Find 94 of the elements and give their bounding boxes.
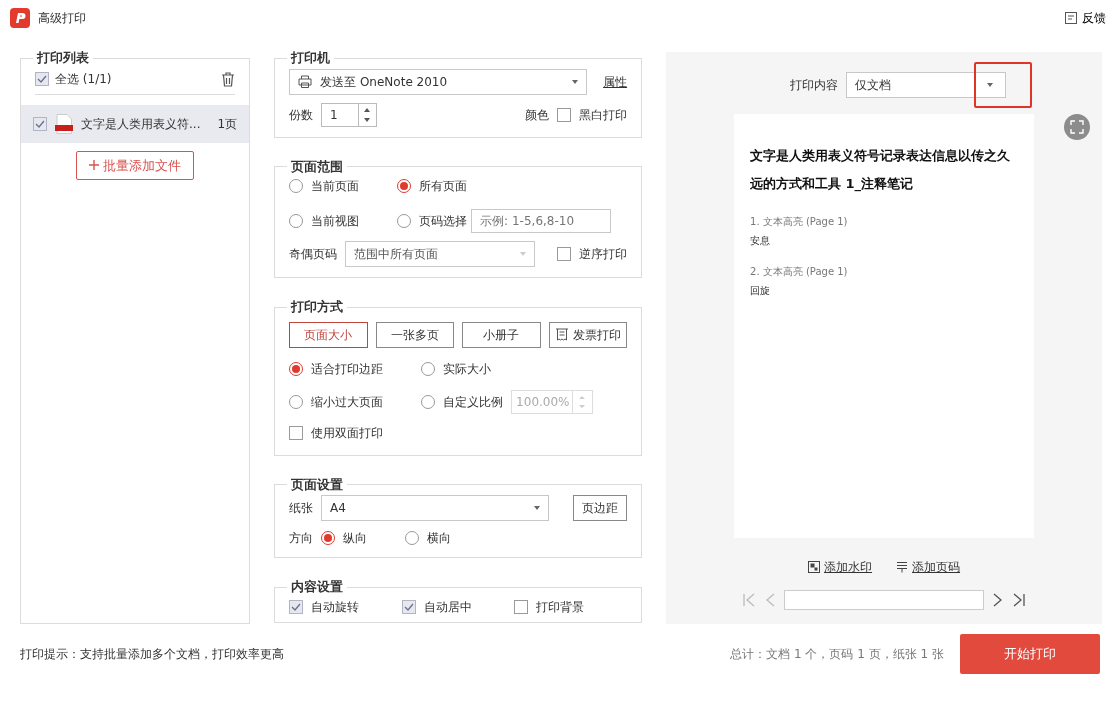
note-text: 回旋	[750, 284, 772, 298]
fullscreen-icon	[1070, 120, 1085, 134]
copies-spinner[interactable]: 1	[321, 102, 378, 127]
checkbox-label: 自动旋转	[311, 598, 360, 616]
margins-button[interactable]: 页边距	[573, 495, 628, 521]
app-logo-icon	[10, 8, 30, 28]
checkbox[interactable]	[35, 72, 49, 86]
checkbox[interactable]	[557, 107, 572, 122]
dropdown-caret-icon	[534, 506, 541, 510]
group-title: 页面设置	[290, 478, 345, 491]
page-number-icon	[896, 561, 909, 573]
print-mode-tab[interactable]: 一张多页	[375, 321, 455, 348]
print-tip-text: 打印提示：支持批量添加多个文档，打印效率更高	[20, 646, 284, 663]
last-page-icon[interactable]	[1012, 592, 1027, 608]
dropdown-caret-icon	[572, 79, 579, 84]
feedback-button[interactable]: 反馈	[1064, 9, 1106, 27]
properties-link[interactable]: 属性	[603, 72, 628, 91]
feedback-icon	[1064, 11, 1078, 25]
previous-page-icon[interactable]	[764, 592, 777, 608]
checkbox[interactable]	[289, 599, 304, 614]
checkbox[interactable]	[401, 599, 416, 614]
page-count: 1页	[217, 115, 238, 133]
radio-button[interactable]	[289, 394, 304, 409]
group-title: 内容设置	[290, 581, 345, 594]
field-label: 纸张	[289, 500, 314, 517]
checkbox-label: 使用双面打印	[311, 424, 384, 442]
field-label: 奇偶页码	[289, 246, 338, 263]
window-title: 高级打印	[38, 10, 86, 27]
radio-label: 纵向	[343, 530, 368, 547]
field-label: 颜色	[525, 106, 550, 124]
dropdown-caret-icon	[987, 83, 994, 87]
print-content-select[interactable]: 仅文档	[846, 72, 1007, 98]
receipt-icon	[554, 328, 569, 341]
add-files-button[interactable]: 批量添加文件	[76, 150, 195, 180]
radio-label: 页码选择	[419, 213, 468, 230]
radio-button[interactable]	[289, 214, 304, 228]
document-title: 文字是人类用表义符号记录表达信息以传之久远的方式和工具 1_注释笔记	[750, 147, 1012, 194]
radio-button[interactable]	[321, 531, 336, 545]
checkbox-label: 打印背景	[536, 598, 585, 616]
radio-label: 所有页面	[419, 178, 468, 195]
checkbox-label: 自动居中	[423, 598, 472, 616]
dropdown-caret-icon	[520, 252, 527, 256]
trash-icon[interactable]	[221, 71, 236, 87]
panel-title: 打印列表	[35, 52, 90, 65]
checkbox[interactable]	[289, 425, 304, 440]
paper-select[interactable]: A4	[321, 495, 550, 521]
print-mode-tab[interactable]: 发票打印	[548, 321, 628, 348]
checkbox-label: 黑白打印	[579, 106, 628, 124]
radio-button[interactable]	[405, 531, 420, 545]
group-title: 打印方式	[289, 301, 345, 314]
radio-label: 横向	[427, 530, 452, 547]
checkbox[interactable]	[557, 247, 572, 261]
printer-select[interactable]: 发送至 OneNote 2010	[289, 68, 588, 95]
note-heading: 2. 文本高亮 (Page 1)	[750, 265, 849, 279]
pdf-file-icon	[55, 113, 73, 134]
page-number-field[interactable]	[784, 590, 985, 610]
add-watermark-link[interactable]: 添加水印	[808, 558, 873, 576]
fullscreen-button[interactable]	[1064, 114, 1091, 140]
radio-button[interactable]	[289, 361, 304, 376]
field-label: 份数	[289, 106, 314, 124]
file-name: 文字是人类用表义符...	[81, 115, 202, 133]
radio-button[interactable]	[421, 361, 436, 376]
print-mode-tab[interactable]: 页面大小	[289, 321, 368, 348]
printer-icon	[298, 75, 313, 88]
checkbox[interactable]	[33, 116, 47, 131]
checkbox-label: 全选 (1/1)	[55, 71, 112, 88]
highlight-frame	[974, 62, 1033, 108]
watermark-icon	[808, 561, 821, 573]
page-range-input[interactable]: 示例: 1-5,6,8-10	[471, 209, 612, 233]
radio-button[interactable]	[289, 179, 304, 193]
radio-button[interactable]	[397, 214, 412, 228]
radio-label: 适合打印边距	[311, 360, 384, 378]
add-page-number-link[interactable]: 添加页码	[896, 558, 961, 576]
note-heading: 1. 文本高亮 (Page 1)	[750, 215, 849, 229]
start-print-button[interactable]: 开始打印	[960, 634, 1100, 674]
print-mode-tab[interactable]: 小册子	[462, 321, 541, 348]
radio-label: 自定义比例	[443, 393, 504, 411]
checkbox-label: 逆序打印	[579, 246, 628, 263]
radio-button[interactable]	[421, 394, 436, 409]
group-title: 打印机	[289, 52, 332, 65]
radio-label: 当前视图	[311, 213, 360, 230]
radio-label: 缩小过大页面	[311, 393, 384, 411]
print-summary-text: 总计：文档 1 个，页码 1 页，纸张 1 张	[730, 646, 944, 663]
radio-label: 当前页面	[311, 178, 360, 195]
first-page-icon[interactable]	[742, 592, 757, 608]
note-text: 安息	[750, 234, 772, 248]
checkbox[interactable]	[514, 599, 529, 614]
file-list-item[interactable]: 文字是人类用表义符... 1页	[21, 104, 250, 143]
radio-button[interactable]	[397, 179, 412, 193]
plus-icon	[89, 160, 100, 171]
field-label: 方向	[289, 530, 314, 547]
field-label: 打印内容	[790, 77, 839, 94]
group-title: 页面范围	[290, 160, 345, 173]
radio-label: 实际大小	[443, 360, 492, 378]
